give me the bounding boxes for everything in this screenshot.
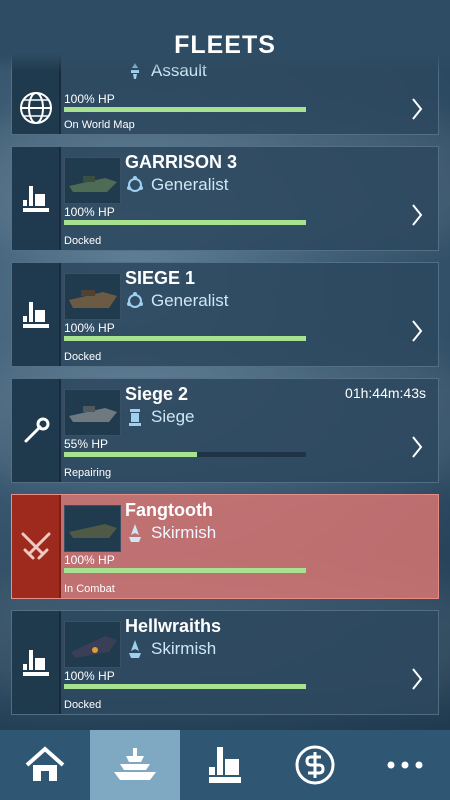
wrench-icon [24,417,49,442]
generalist-icon [125,175,145,195]
fleet-card-garrison-3[interactable]: GARRISON 3 Generalist 100% HP Docked [11,146,439,251]
hp-bar [64,684,306,689]
side-badge [12,263,59,366]
hp-label: 100% HP [64,205,115,219]
hp-bar [64,568,306,573]
nav-docks[interactable] [180,730,270,800]
hp-label: 55% HP [64,437,109,451]
hp-label: 100% HP [64,321,115,335]
repair-timer: 01h:44m:43s [345,385,426,401]
home-icon [25,746,65,781]
chevron-right-icon[interactable] [410,667,424,691]
side-badge [12,379,59,482]
nav-home[interactable] [0,730,90,800]
side-badge [12,495,59,598]
ship-thumbnail [64,505,121,552]
fleet-status: Docked [64,699,102,711]
hp-label: 100% HP [64,92,115,106]
nav-more[interactable] [360,730,450,800]
fleet-card-hellwraiths[interactable]: Hellwraiths Skirmish 100% HP Docked [11,610,439,715]
fleet-status: Docked [64,235,102,247]
globe-icon [19,91,52,124]
fleet-name: Fangtooth [125,500,213,520]
nav-store[interactable] [270,730,360,800]
dock-icon [22,301,49,328]
fleet-role: Skirmish [125,523,216,543]
fleet-card-siege-1[interactable]: SIEGE 1 Generalist 100% HP Docked [11,262,439,367]
side-badge [12,611,59,714]
ship-thumbnail [64,621,121,668]
chevron-right-icon[interactable] [410,435,424,459]
bottom-nav [0,730,450,800]
skirmish-icon [125,523,145,543]
fleet-role: Generalist [125,175,228,195]
generalist-icon [125,291,145,311]
hp-bar [64,336,306,341]
fleet-status: Repairing [64,467,112,479]
chevron-right-icon[interactable] [410,97,424,121]
page-title: FLEETS [174,31,276,59]
ship-thumbnail [64,273,121,320]
fleet-card-fangtooth[interactable]: Fangtooth Skirmish 100% HP In Combat [11,494,439,599]
hp-bar [64,107,306,112]
more-icon [387,761,423,769]
fleet-list[interactable]: Assault 100% HP On World Map GARRISON 3 … [0,0,450,730]
docks-icon [209,747,241,783]
crossed-swords-icon [21,532,50,559]
fleet-status: On World Map [64,119,135,131]
fleet-status: In Combat [64,583,115,595]
store-icon [295,745,335,785]
fleet-name: Siege 2 [125,384,189,404]
fleet-name: GARRISON 3 [125,152,238,172]
nav-fleets[interactable] [90,730,180,800]
header: FLEETS [0,0,450,72]
dock-icon [22,649,49,676]
hp-label: 100% HP [64,553,115,567]
fleets-icon [114,748,156,780]
siege-tower-icon [125,407,145,427]
side-badge [12,147,59,250]
hp-bar [64,220,306,225]
fleet-status: Docked [64,351,102,363]
fleet-role: Skirmish [125,639,216,659]
ship-thumbnail [64,157,121,204]
hp-label: 100% HP [64,669,115,683]
chevron-right-icon[interactable] [410,203,424,227]
dock-icon [22,185,49,212]
fleet-role: Generalist [125,291,228,311]
fleet-role: Siege [125,407,194,427]
ship-thumbnail [64,389,121,436]
hp-bar [64,452,306,457]
chevron-right-icon[interactable] [410,319,424,343]
fleet-name: Hellwraiths [125,616,222,636]
fleet-name: SIEGE 1 [125,268,196,288]
skirmish-icon [125,639,145,659]
fleet-card-siege-2[interactable]: Siege 2 01h:44m:43s Siege 55% HP Repairi… [11,378,439,483]
